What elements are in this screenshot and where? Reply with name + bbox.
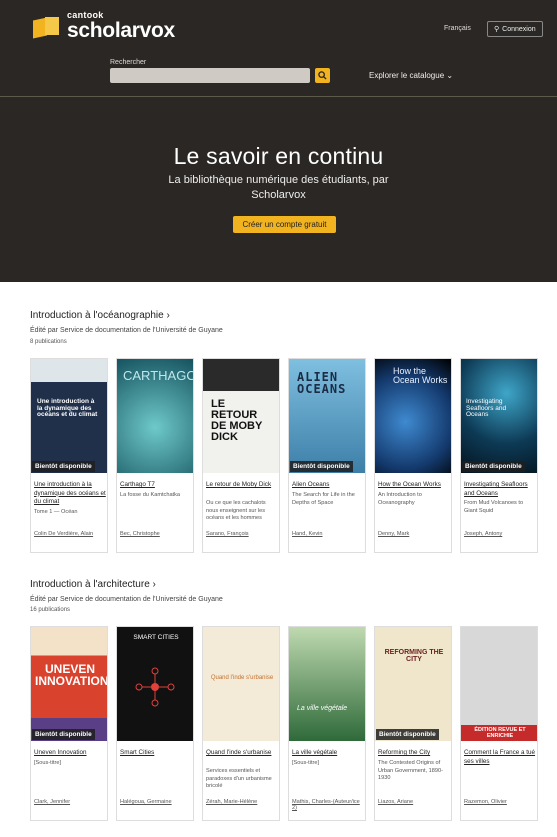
book-list: Une introduction à la dynamique des océa… (30, 358, 538, 553)
book-cover: Investigating Seafloors and Oceans Bient… (461, 359, 537, 473)
book-subtitle: From Mud Volcanoes to Giant Squid (464, 500, 524, 514)
book-cover: ÉDITION REVUE ET ENRICHIE (461, 627, 537, 741)
book-card[interactable]: UNEVEN INNOVATION Bientôt disponible Une… (30, 626, 108, 821)
book-cover: ALIEN OCEANS Bientôt disponible (289, 359, 365, 473)
book-card[interactable]: Quand l'inde s'urbanise Quand l'inde s'u… (202, 626, 280, 821)
explore-catalog-menu[interactable]: Explorer le catalogue ⌄ (369, 71, 453, 80)
book-card[interactable]: ÉDITION REVUE ET ENRICHIE Comment la Fra… (460, 626, 538, 821)
book-card[interactable]: REFORMING THE CITY Bientôt disponible Re… (374, 626, 452, 821)
book-subtitle: Services essentiels et paradoxes d'un ur… (206, 768, 272, 789)
book-subtitle: An Introduction to Oceanography (378, 492, 422, 506)
book-subtitle: Ou ce que les cachalots nous enseignent … (206, 500, 266, 521)
book-title[interactable]: Reforming the City (378, 749, 450, 758)
section-title[interactable]: Introduction à l'architecture › (30, 579, 156, 590)
book-subtitle: The Search for Life in the Depths of Spa… (292, 492, 355, 506)
book-cover: UNEVEN INNOVATION Bientôt disponible (31, 627, 107, 741)
book-title[interactable]: Uneven Innovation (34, 749, 106, 758)
search-icon (318, 71, 327, 80)
book-subtitle: [Sous-titre] (34, 760, 62, 766)
book-author[interactable]: Joseph, Antony (464, 531, 536, 537)
book-cover: SMART CITIES (117, 627, 193, 741)
book-author[interactable]: Zérah, Marie-Hélène (206, 799, 278, 805)
book-cover: How the Ocean Works (375, 359, 451, 473)
book-cover: La ville végétale (289, 627, 365, 741)
brand-big: scholarvox (67, 19, 175, 42)
book-title[interactable]: Quand l'inde s'urbanise (206, 749, 278, 758)
login-button[interactable]: ⚲ Connexion (487, 21, 543, 37)
book-card[interactable]: How the Ocean Works How the Ocean Works … (374, 358, 452, 553)
book-title[interactable]: Smart Cities (120, 749, 192, 758)
logo[interactable]: cantook scholarvox (33, 11, 175, 41)
book-card[interactable]: La ville végétale La ville végétale [Sou… (288, 626, 366, 821)
section-count: 16 publications (30, 607, 71, 613)
explore-label: Explorer le catalogue (369, 71, 445, 80)
book-title[interactable]: Alien Oceans (292, 481, 364, 490)
book-author[interactable]: Denny, Mark (378, 531, 450, 537)
book-title[interactable]: Carthago T7 (120, 481, 192, 490)
book-card[interactable]: LE RETOUR DE MOBY DICK Le retour de Moby… (202, 358, 280, 553)
book-card[interactable]: ALIEN OCEANS Bientôt disponible Alien Oc… (288, 358, 366, 553)
network-icon (135, 667, 175, 707)
book-author[interactable]: Razemon, Olivier (464, 799, 536, 805)
availability-badge: Bientôt disponible (376, 729, 439, 740)
login-label: Connexion (502, 25, 536, 33)
site-header: cantook scholarvox Français ⚲ Connexion … (0, 0, 557, 282)
book-author[interactable]: Clark, Jennifer (34, 799, 106, 805)
user-icon: ⚲ (494, 26, 500, 33)
book-card[interactable]: Investigating Seafloors and Oceans Bient… (460, 358, 538, 553)
book-author[interactable]: Liazos, Ariane (378, 799, 450, 805)
hero-subtitle: La bibliothèque numérique des étudiants,… (168, 174, 389, 201)
book-cover: LE RETOUR DE MOBY DICK (203, 359, 279, 473)
collection-architecture: Introduction à l'architecture › Édité pa… (0, 570, 557, 837)
book-cover: REFORMING THE CITY Bientôt disponible (375, 627, 451, 741)
chevron-down-icon: ⌄ (446, 71, 454, 80)
book-author[interactable]: Bec, Christophe (120, 531, 192, 537)
book-title[interactable]: La ville végétale (292, 749, 364, 758)
hero-title: Le savoir en continu (173, 143, 384, 169)
book-cover: Quand l'inde s'urbanise (203, 627, 279, 741)
section-count: 8 publications (30, 339, 67, 345)
book-title[interactable]: Investigating Seafloors and Oceans (464, 481, 536, 498)
book-card[interactable]: Une introduction à la dynamique des océa… (30, 358, 108, 553)
book-title[interactable]: Une introduction à la dynamique des océa… (34, 481, 106, 507)
book-subtitle: The Contested Origins of Urban Governmen… (378, 760, 443, 781)
book-card[interactable]: SMART CITIES Smart Cities Halégoua, Germ… (116, 626, 194, 821)
book-author[interactable]: Sarano, François (206, 531, 278, 537)
search-button[interactable] (315, 68, 330, 83)
chevron-right-icon: › (166, 310, 170, 321)
chevron-right-icon: › (152, 579, 156, 590)
section-title[interactable]: Introduction à l'océanographie › (30, 310, 170, 321)
divider (0, 96, 557, 97)
book-title[interactable]: How the Ocean Works (378, 481, 450, 490)
book-author[interactable]: Mathis, Charles-(Auteur/ice 2) (292, 799, 364, 811)
book-subtitle: La fosse du Kamtchatka (120, 492, 181, 498)
book-subtitle: [Sous-titre] (292, 760, 320, 766)
availability-badge: Bientôt disponible (32, 461, 95, 472)
availability-badge: Bientôt disponible (290, 461, 353, 472)
availability-badge: Bientôt disponible (32, 729, 95, 740)
book-title[interactable]: Comment la France a tué ses villes (464, 749, 536, 766)
collection-oceanography: Introduction à l'océanographie › Édité p… (0, 282, 557, 572)
book-card[interactable]: CARTHAGO Carthago T7 La fosse du Kamtcha… (116, 358, 194, 553)
book-list: UNEVEN INNOVATION Bientôt disponible Une… (30, 626, 538, 821)
book-title[interactable]: Le retour de Moby Dick (206, 481, 278, 490)
search-input[interactable] (110, 68, 310, 83)
book-cover: CARTHAGO (117, 359, 193, 473)
book-cover: Une introduction à la dynamique des océa… (31, 359, 107, 473)
search-label: Rechercher (110, 59, 147, 66)
availability-badge: Bientôt disponible (462, 461, 525, 472)
book-subtitle: Tome 1 — Océan (34, 509, 78, 515)
logo-icon (33, 15, 61, 39)
create-account-button[interactable]: Créer un compte gratuit (233, 216, 336, 233)
section-editor: Édité par Service de documentation de l'… (30, 327, 223, 334)
book-author[interactable]: Colin De Verdière, Alain (34, 531, 106, 537)
section-editor: Édité par Service de documentation de l'… (30, 596, 223, 603)
book-author[interactable]: Halégoua, Germaine (120, 799, 192, 805)
book-author[interactable]: Hand, Kevin (292, 531, 364, 537)
language-selector[interactable]: Français (444, 25, 471, 32)
